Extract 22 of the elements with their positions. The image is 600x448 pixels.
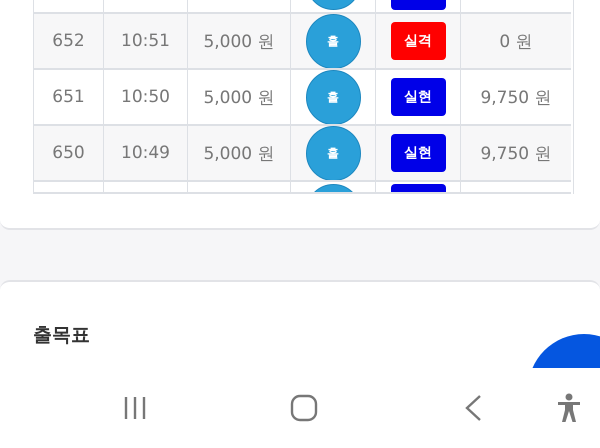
table-cell: 0 원	[461, 14, 571, 70]
table-cell: 652	[34, 14, 104, 70]
table-cell: 10:51	[104, 14, 188, 70]
card-title: 출목표	[33, 323, 91, 348]
table-cell: 5,000 원	[188, 70, 291, 126]
recent-apps-icon	[122, 395, 148, 421]
table-cell: 5,000 원	[188, 14, 291, 70]
accessibility-icon	[556, 393, 582, 423]
back-icon	[463, 394, 483, 422]
status-tag: 실현	[390, 134, 446, 172]
odd-marker: 홀	[306, 70, 360, 124]
table-cell: 10:49	[104, 126, 188, 182]
status-tag: 실현	[390, 78, 446, 116]
table-cell: 5,000 원	[188, 126, 291, 182]
table-cell: 10:50	[104, 70, 188, 126]
table-cell: 650	[34, 126, 104, 182]
table-cell: 651	[34, 70, 104, 126]
status-tag: 실격	[390, 22, 446, 60]
odd-marker: 홀	[306, 126, 360, 180]
odd-marker: 홀	[306, 14, 360, 68]
table-cell: 9,750 원	[461, 126, 571, 182]
home-icon	[290, 394, 318, 422]
